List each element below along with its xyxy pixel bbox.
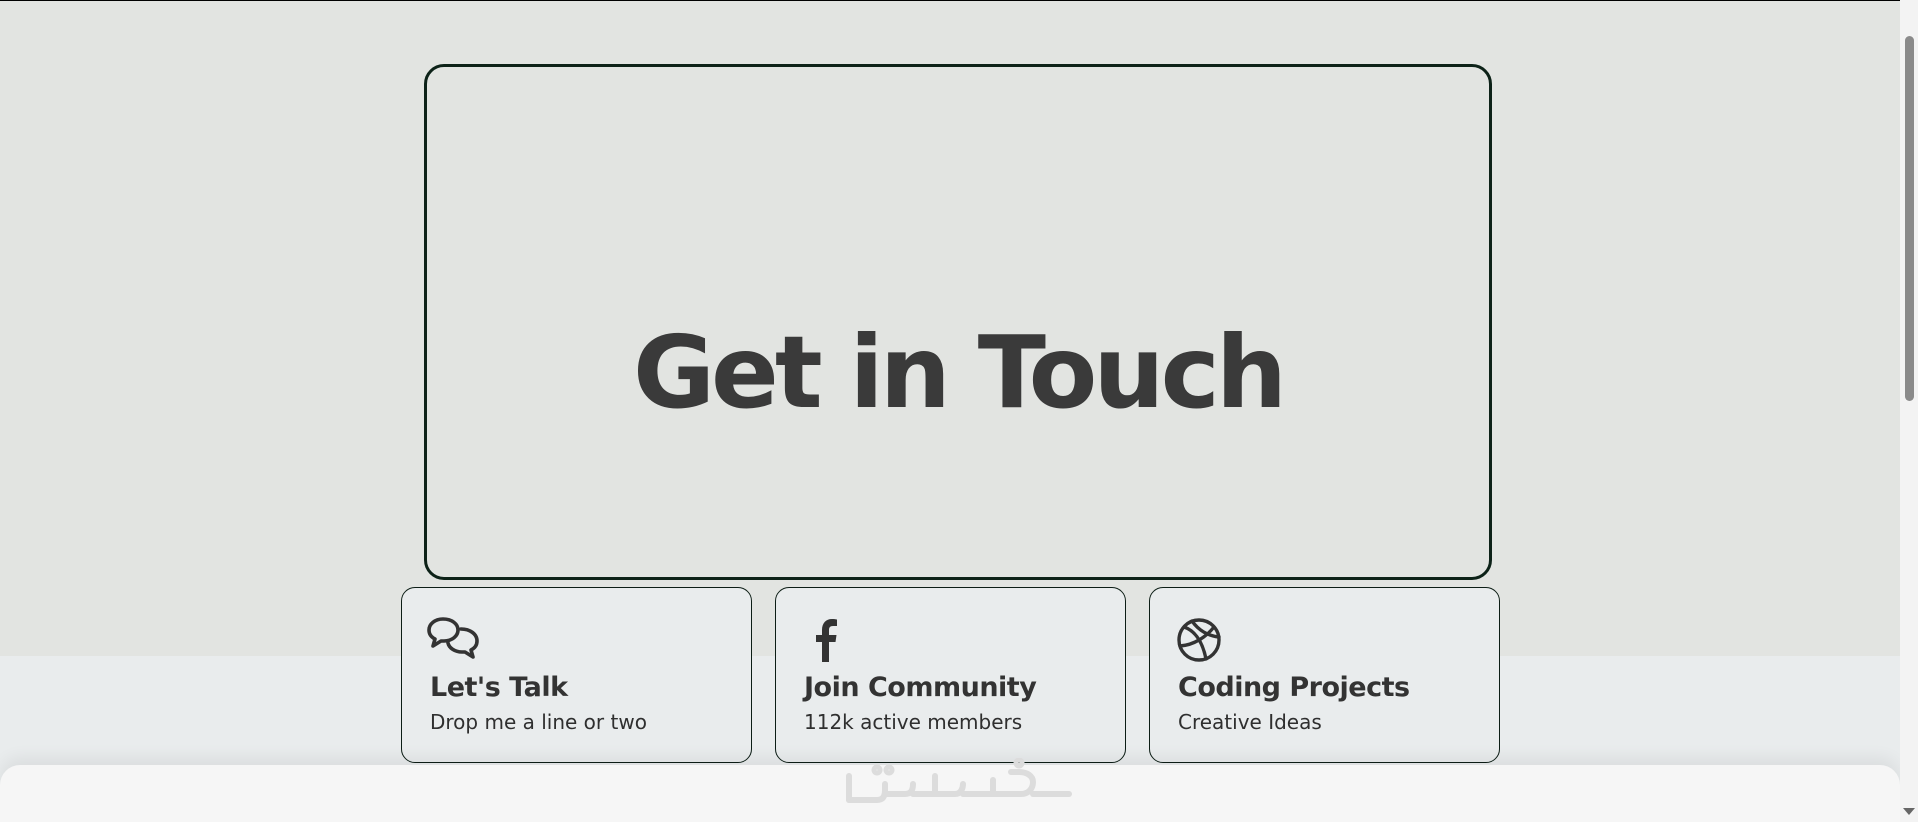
card-title: Join Community: [804, 672, 1037, 703]
facebook-icon: [801, 616, 849, 664]
hero-title: Get in Touch: [632, 314, 1287, 431]
card-subtitle: 112k active members: [804, 710, 1023, 734]
contact-card-lets-talk[interactable]: Let's Talk Drop me a line or two: [401, 587, 752, 763]
card-title: Let's Talk: [430, 672, 568, 703]
scrollbar-thumb[interactable]: [1905, 36, 1914, 401]
scroll-down-arrow-icon[interactable]: [1903, 808, 1915, 815]
contact-card-join-community[interactable]: Join Community 112k active members: [775, 587, 1126, 763]
hero-card: Get in Touch: [424, 64, 1492, 580]
card-subtitle: Creative Ideas: [1178, 710, 1322, 734]
dribbble-icon: [1175, 616, 1223, 664]
khamsat-watermark-logo: [843, 757, 1075, 808]
chat-bubbles-icon: [427, 616, 479, 664]
card-subtitle: Drop me a line or two: [430, 710, 647, 734]
contact-card-coding-projects[interactable]: Coding Projects Creative Ideas: [1149, 587, 1500, 763]
hero-section: Get in Touch: [0, 1, 1900, 656]
card-title: Coding Projects: [1178, 672, 1410, 703]
